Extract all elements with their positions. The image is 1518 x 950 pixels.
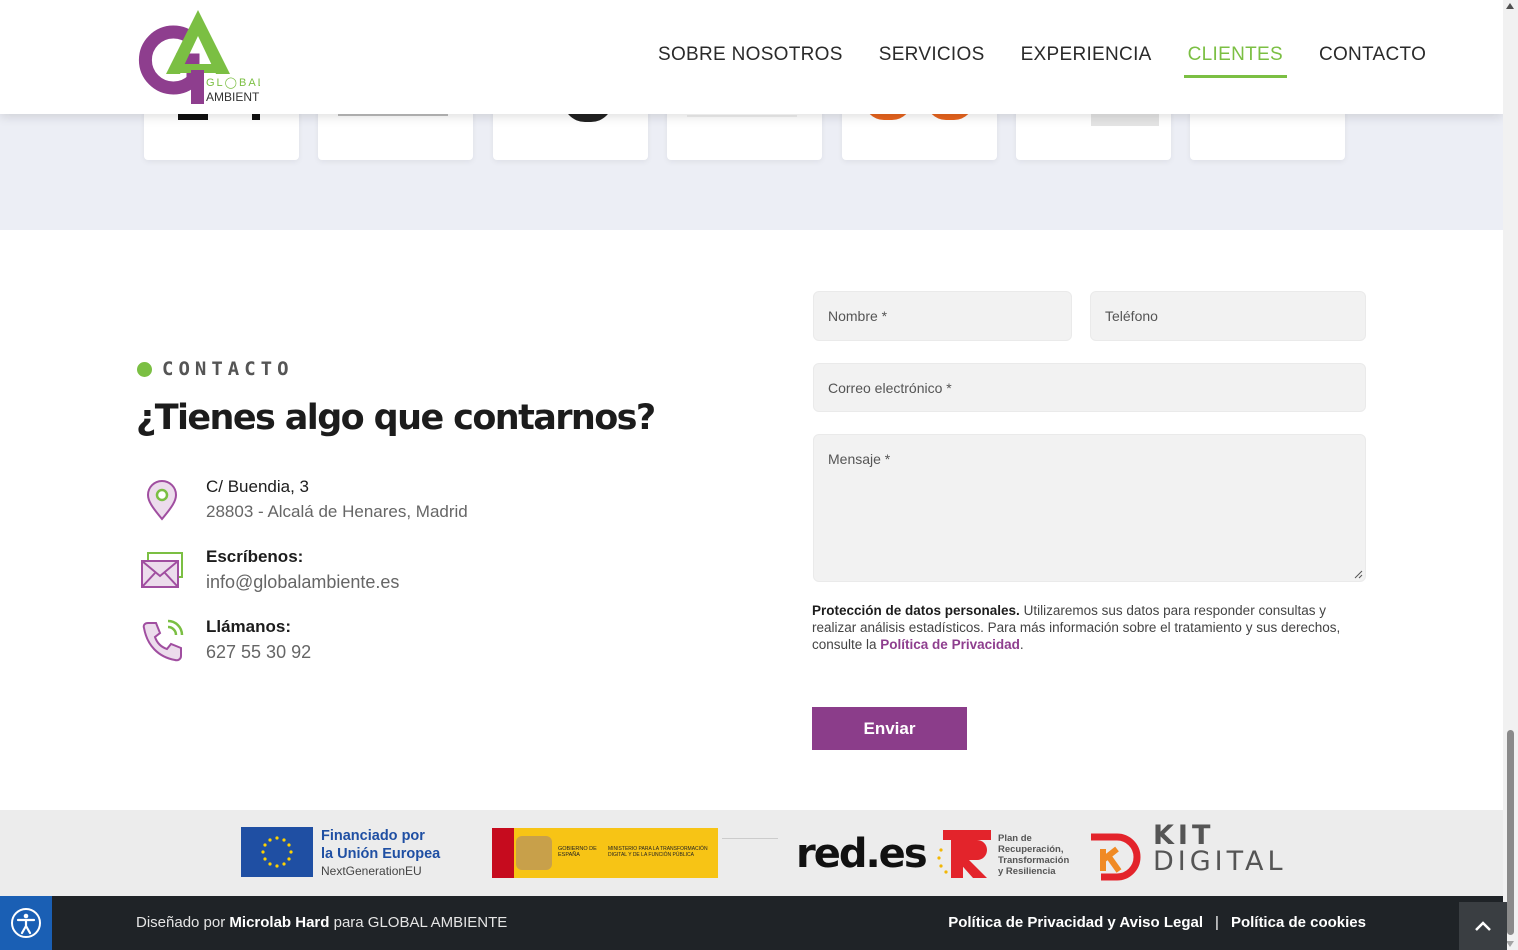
plan-recuperacion-logo: Plan de Recuperación, Transformación y R…: [935, 828, 1075, 880]
section-eyebrow: CONTACTO: [137, 358, 294, 380]
email-label: Escríbenos:: [206, 547, 304, 566]
plan-line3: Transformación: [998, 855, 1070, 866]
privacy-notice: Protección de datos personales. Utilizar…: [812, 602, 1372, 653]
phone-row: Llámanos: 627 55 30 92: [138, 617, 311, 665]
phone-link[interactable]: 627 55 30 92: [206, 642, 311, 663]
email-link[interactable]: info@globalambiente.es: [206, 572, 399, 593]
nav-item-sobre-nosotros[interactable]: SOBRE NOSOTROS: [640, 44, 861, 66]
vertical-scrollbar[interactable]: [1503, 0, 1518, 950]
eu-funding-logo: Financiado por la Unión Europea NextGene…: [241, 827, 446, 879]
plan-line4: y Resiliencia: [998, 866, 1056, 877]
phone-input[interactable]: Teléfono: [1090, 291, 1366, 341]
accessibility-icon: [11, 908, 41, 938]
cookies-policy-link[interactable]: Política de cookies: [1231, 914, 1366, 931]
accessibility-button[interactable]: [0, 896, 52, 950]
back-to-top-button[interactable]: [1459, 902, 1507, 950]
scrollbar-thumb[interactable]: [1507, 730, 1514, 935]
eu-line3: NextGenerationEU: [321, 864, 422, 878]
resize-handle-icon[interactable]: [1353, 569, 1363, 579]
privacy-bold: Protección de datos personales.: [812, 603, 1020, 618]
message-placeholder: Mensaje *: [828, 451, 891, 467]
footer-designed-mid: para GLOBAL AMBIENTE: [329, 914, 508, 931]
phone-icon: [138, 617, 186, 665]
nav-item-clientes[interactable]: CLIENTES: [1170, 44, 1301, 78]
nav-item-experiencia[interactable]: EXPERIENCIA: [1003, 44, 1170, 66]
email-input[interactable]: Correo electrónico *: [813, 363, 1366, 412]
message-textarea[interactable]: Mensaje *: [813, 434, 1366, 582]
footer-designed-prefix: Diseñado por: [136, 914, 230, 931]
site-footer: Diseñado por Microlab Hard para GLOBAL A…: [0, 896, 1503, 950]
kit-line2: DIGITAL: [1153, 846, 1287, 877]
page: GL◯BAL AMBIENTE SOBRE NOSOTROS SERVICIOS…: [0, 0, 1503, 950]
red-es-logo: red.es: [796, 831, 928, 877]
ministerio-text: MINISTERIO PARA LA TRANSFORMACIÓN DIGITA…: [608, 846, 708, 858]
legal-notice-link[interactable]: Política de Privacidad y Aviso Legal: [948, 914, 1203, 931]
footer-separator: |: [1215, 914, 1219, 931]
eu-flag-icon: [241, 827, 313, 877]
address-row: C/ Buendia, 3 28803 - Alcalá de Henares,…: [138, 477, 468, 525]
plan-line1: Plan de: [998, 833, 1032, 844]
gobierno-espana-logo: GOBIERNO DE ESPAÑA MINISTERIO PARA LA TR…: [492, 828, 782, 878]
address-line1: C/ Buendia, 3: [206, 477, 310, 496]
nav-item-contacto[interactable]: CONTACTO: [1301, 44, 1444, 66]
site-header: GL◯BAL AMBIENTE SOBRE NOSOTROS SERVICIOS…: [0, 0, 1503, 114]
funding-band: Financiado por la Unión Europea NextGene…: [0, 810, 1503, 896]
chevron-up-icon: [1475, 921, 1491, 931]
plan-line2: Recuperación,: [998, 844, 1064, 855]
prtr-mark-icon: [937, 830, 991, 878]
coat-of-arms-icon: [516, 836, 552, 870]
kit-digital-mark-icon: [1091, 833, 1141, 881]
footer-legal-links: Política de Privacidad y Aviso Legal | Pol…: [948, 914, 1366, 931]
designer-link[interactable]: Microlab Hard: [229, 914, 329, 931]
name-input[interactable]: Nombre *: [813, 291, 1072, 341]
email-row: Escríbenos: info@globalambiente.es: [138, 547, 399, 595]
logo-line1: GL◯BAL: [206, 77, 260, 89]
logo-line2: AMBIENTE: [206, 90, 260, 104]
envelope-icon: [138, 547, 186, 595]
address-line2: 28803 - Alcalá de Henares, Madrid: [206, 502, 468, 521]
scroll-up-arrow-icon[interactable]: [1506, 3, 1514, 9]
privacy-policy-link[interactable]: Política de Privacidad: [880, 637, 1020, 652]
footer-credits: Diseñado por Microlab Hard para GLOBAL A…: [136, 914, 507, 931]
nav-item-servicios[interactable]: SERVICIOS: [861, 44, 1003, 66]
eu-line1: Financiado por: [321, 828, 425, 844]
eu-line2: la Unión Europea: [321, 846, 441, 862]
global-ambiente-logo[interactable]: GL◯BAL AMBIENTE: [138, 8, 267, 106]
contact-heading: ¿Tienes algo que contarnos?: [136, 398, 656, 438]
scroll-down-arrow-icon[interactable]: [1506, 941, 1514, 947]
main-nav: SOBRE NOSOTROS SERVICIOS EXPERIENCIA CLI…: [640, 44, 1444, 78]
location-pin-icon: [138, 477, 186, 525]
green-dot-icon: [137, 361, 152, 377]
phone-label: Llámanos:: [206, 617, 292, 636]
privacy-end: .: [1019, 637, 1024, 652]
kit-digital-logo: KIT DIGITAL: [1087, 822, 1283, 881]
eyebrow-label: CONTACTO: [162, 358, 294, 380]
submit-button[interactable]: Enviar: [812, 707, 967, 750]
gob-text: GOBIERNO DE ESPAÑA: [558, 846, 597, 858]
